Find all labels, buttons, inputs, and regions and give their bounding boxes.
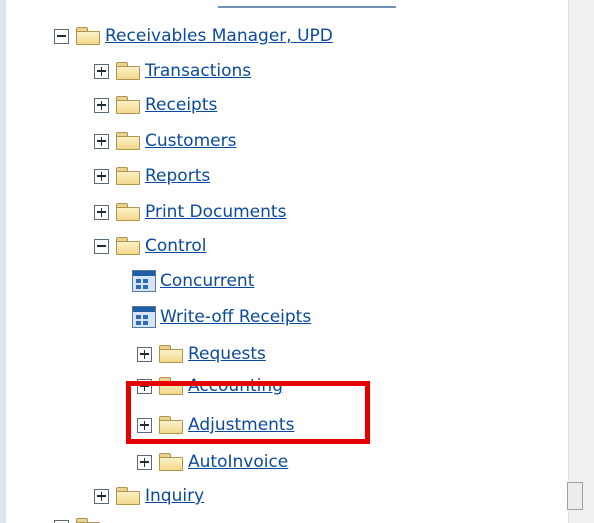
folder-icon xyxy=(115,202,141,222)
folder-icon xyxy=(115,236,141,256)
tree-node-label[interactable]: Accounting xyxy=(188,376,283,396)
frame-border xyxy=(0,0,6,523)
expand-icon[interactable] xyxy=(94,97,109,113)
collapse-icon[interactable] xyxy=(54,28,69,44)
tree-node-label[interactable]: Customers xyxy=(145,131,236,151)
expand-icon[interactable] xyxy=(94,168,109,184)
tree-node-requests[interactable]: Requests xyxy=(137,339,266,369)
folder-icon xyxy=(158,376,184,396)
tree-node-label[interactable]: Requests xyxy=(188,344,266,364)
expand-icon[interactable] xyxy=(137,346,152,362)
folder-icon xyxy=(115,486,141,506)
tree-node-partial-next[interactable] xyxy=(54,512,105,523)
tree-node-customers[interactable]: Customers xyxy=(94,126,236,156)
tree-node-control[interactable]: Control xyxy=(94,231,206,261)
expand-icon[interactable] xyxy=(94,204,109,220)
expand-icon[interactable] xyxy=(137,417,152,433)
tree-node-receivables-manager[interactable]: Receivables Manager, UPD xyxy=(54,21,333,51)
tree-node-label[interactable]: Print Documents xyxy=(145,202,286,222)
tree-node-receipts[interactable]: Receipts xyxy=(94,90,217,120)
tree-node-write-off-receipts[interactable]: Write-off Receipts xyxy=(132,302,311,332)
folder-icon xyxy=(115,131,141,151)
tree-node-label[interactable]: Write-off Receipts xyxy=(160,307,311,327)
tree-node-label[interactable]: Transactions xyxy=(145,61,251,81)
folder-icon xyxy=(115,61,141,81)
function-form-icon xyxy=(132,270,156,292)
expand-icon[interactable] xyxy=(94,133,109,149)
folder-icon xyxy=(75,517,101,523)
tree-node-label[interactable]: Receivables Manager, UPD xyxy=(105,26,333,46)
tree-node-label[interactable]: AutoInvoice xyxy=(188,452,288,472)
function-form-icon xyxy=(132,306,156,328)
scrollbar-thumb[interactable] xyxy=(567,482,583,510)
tree-node-reports[interactable]: Reports xyxy=(94,161,210,191)
tree-node-concurrent[interactable]: Concurrent xyxy=(132,266,254,296)
tree-node-label[interactable]: Concurrent xyxy=(160,271,254,291)
folder-icon xyxy=(75,26,101,46)
partial-previous-link-underline xyxy=(218,0,396,8)
folder-icon xyxy=(158,344,184,364)
folder-icon xyxy=(115,95,141,115)
tree-node-autoinvoice[interactable]: AutoInvoice xyxy=(137,447,288,477)
expand-icon[interactable] xyxy=(94,63,109,79)
tree-node-label[interactable]: Reports xyxy=(145,166,210,186)
tree-node-label[interactable]: Adjustments xyxy=(188,415,294,435)
expand-icon[interactable] xyxy=(137,454,152,470)
folder-icon xyxy=(115,166,141,186)
collapse-icon[interactable] xyxy=(94,238,109,254)
folder-icon xyxy=(158,452,184,472)
tree-node-accounting[interactable]: Accounting xyxy=(137,371,283,401)
tree-node-transactions[interactable]: Transactions xyxy=(94,56,251,86)
tree-node-label[interactable]: Inquiry xyxy=(145,486,204,506)
tree-node-print-documents[interactable]: Print Documents xyxy=(94,197,286,227)
tree-node-inquiry[interactable]: Inquiry xyxy=(94,481,204,511)
navigator-tree-panel: Receivables Manager, UPD Transactions Re… xyxy=(0,0,568,523)
right-content-panel xyxy=(568,0,594,523)
tree-node-adjustments[interactable]: Adjustments xyxy=(137,410,294,440)
tree-node-label[interactable]: Receipts xyxy=(145,95,217,115)
tree-node-label[interactable]: Control xyxy=(145,236,206,256)
expand-icon[interactable] xyxy=(94,488,109,504)
expand-icon[interactable] xyxy=(137,378,152,394)
folder-icon xyxy=(158,415,184,435)
expand-icon[interactable] xyxy=(54,519,69,523)
